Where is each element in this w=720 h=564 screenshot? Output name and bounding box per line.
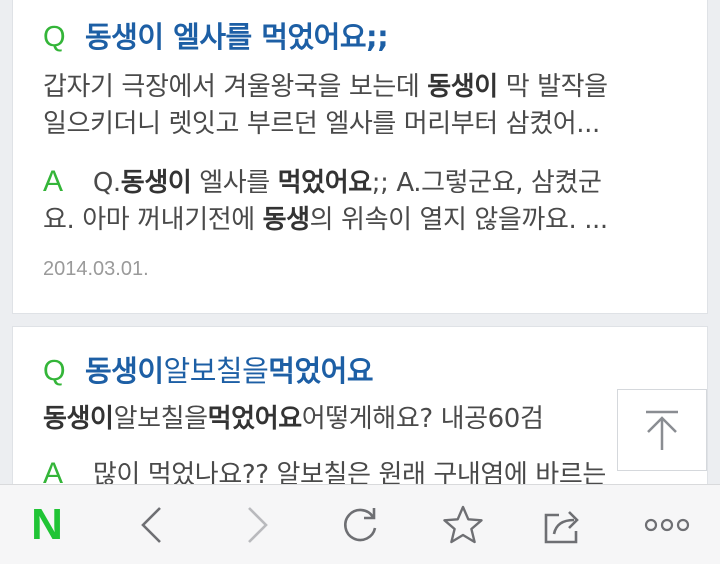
naver-home-button[interactable]: N [12, 485, 82, 564]
share-button[interactable] [530, 485, 600, 564]
browser-toolbar: N [0, 484, 720, 564]
snippet-highlight: 동생이 [427, 72, 498, 102]
post-date: 2014.03.01. [43, 258, 149, 280]
question-row[interactable]: Q 동생이알보칠을먹었어요 [43, 354, 374, 388]
chevron-left-icon [141, 507, 161, 543]
title-highlight: 동생이 [85, 354, 164, 388]
question-mark-icon: Q [43, 355, 66, 387]
refresh-icon [344, 508, 377, 542]
share-icon [544, 511, 579, 544]
question-row[interactable]: Q 동생이 엘사를 먹었어요;; [43, 20, 389, 54]
result-card-1[interactable]: Q 동생이 엘사를 먹었어요;; 갑자기 극장에서 겨울왕국을 보는데 동생이 … [12, 0, 708, 314]
question-title-link[interactable]: 동생이 엘사를 먹었어요;; [85, 20, 389, 54]
more-menu-button[interactable] [632, 485, 702, 564]
star-icon [443, 505, 483, 544]
title-text: 알보칠을 [163, 354, 269, 388]
title-highlight: 먹었어요 [261, 20, 367, 54]
more-icon [644, 518, 690, 532]
chevron-right-icon [248, 507, 268, 543]
title-text: ;; [366, 20, 389, 54]
arrow-up-to-top-icon [646, 410, 678, 450]
refresh-button[interactable] [325, 485, 395, 564]
title-text: 엘사를 [163, 20, 262, 54]
question-mark-icon: Q [43, 21, 66, 53]
bookmark-button[interactable] [428, 485, 498, 564]
answer-mark-icon: A [43, 165, 63, 198]
forward-button[interactable] [223, 485, 293, 564]
title-highlight: 먹었어요 [268, 354, 374, 388]
answer-snippet: A Q.동생이 엘사를 먹었어요;; A.그렇군요, 삼켰군 요. 아마 꺼내기… [43, 165, 608, 235]
title-highlight: 동생이 [85, 20, 164, 54]
scroll-to-top-button[interactable] [617, 389, 707, 471]
question-snippet: 갑자기 극장에서 겨울왕국을 보는데 동생이 막 발작을 일으키더니 렛잇고 부… [43, 72, 608, 139]
naver-logo-icon: N [31, 500, 63, 549]
result-card-2[interactable]: Q 동생이알보칠을먹었어요 동생이알보칠을먹었어요어떻게해요? 내공60검 A … [12, 326, 708, 496]
question-snippet: 동생이알보칠을먹었어요어떻게해요? 내공60검 [43, 404, 544, 434]
question-title-link[interactable]: 동생이알보칠을먹었어요 [85, 354, 374, 388]
back-button[interactable] [116, 485, 186, 564]
